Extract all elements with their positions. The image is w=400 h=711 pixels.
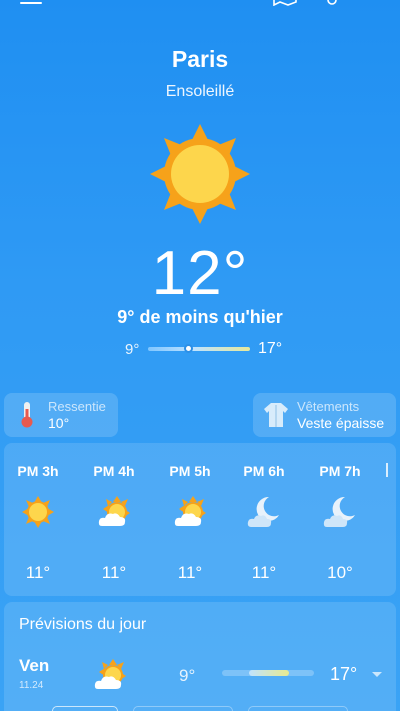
bottom-tab[interactable] xyxy=(133,706,233,711)
feels-like-value: 10° xyxy=(48,415,70,431)
current-temperature: 12° xyxy=(151,239,249,308)
range-low: 9° xyxy=(125,341,140,358)
moon-cloud-icon xyxy=(323,496,355,527)
day-low: 9° xyxy=(179,666,196,685)
jacket-icon xyxy=(264,403,288,427)
sun-cloud-icon xyxy=(94,659,126,689)
weather-condition: Ensoleillé xyxy=(165,83,235,100)
chevron-down-icon[interactable] xyxy=(372,672,382,677)
bottom-tabs xyxy=(0,706,400,711)
feels-like-label: Ressentie xyxy=(48,399,106,414)
daily-forecast-title: Prévisions du jour xyxy=(19,616,147,633)
range-track xyxy=(148,347,250,351)
hour-temp: 11° xyxy=(251,563,277,582)
hour-label: PM 7h xyxy=(319,463,361,479)
hour-label: PM 5h xyxy=(169,463,211,479)
city-name: Paris xyxy=(171,46,229,72)
hour-temp: 11° xyxy=(101,563,127,582)
sun-icon xyxy=(22,496,54,528)
feels-like-chip[interactable]: Ressentie 10° xyxy=(4,393,118,437)
top-bar xyxy=(0,0,400,14)
hour-temp: 11° xyxy=(177,563,203,582)
range-high: 17° xyxy=(258,340,283,357)
person-icon[interactable] xyxy=(326,0,338,6)
hour-temp: 11° xyxy=(25,563,51,582)
sun-icon xyxy=(150,124,250,224)
hourly-item: PM 4h 11° xyxy=(84,443,144,596)
menu-icon[interactable] xyxy=(20,0,42,6)
hourly-item: PM 3h 11° xyxy=(8,443,68,596)
daily-forecast[interactable]: Prévisions du jour Ven 11.24 9° 17° xyxy=(4,602,396,711)
hour-temp: 10° xyxy=(327,563,353,582)
moon-cloud-icon xyxy=(247,496,279,527)
hour-label: PM 4h xyxy=(93,463,135,479)
temperature-comparison: 9° de moins qu'hier xyxy=(117,307,283,327)
clothing-chip[interactable]: Vêtements Veste épaisse xyxy=(253,393,396,437)
bottom-tab[interactable] xyxy=(248,706,348,711)
thermometer-icon xyxy=(21,402,33,428)
scroll-edge xyxy=(386,463,388,477)
day-range-bar xyxy=(249,670,289,676)
hour-label: PM 6h xyxy=(243,463,285,479)
sun-cloud-icon xyxy=(98,496,130,526)
hour-label: PM 3h xyxy=(17,463,59,479)
hourly-forecast[interactable]: PM 3h 11° PM 4h 11° PM 5h 11° PM 6h 11° xyxy=(4,443,396,596)
day-high: 17° xyxy=(330,664,358,684)
hourly-item: PM 7h 10° xyxy=(310,443,370,596)
hourly-item: PM 6h 11° xyxy=(234,443,294,596)
clothing-label: Vêtements xyxy=(297,399,360,414)
day-name: Ven xyxy=(19,656,50,675)
map-icon[interactable] xyxy=(272,0,298,6)
hourly-item: PM 5h 11° xyxy=(160,443,220,596)
temperature-range: 9° 17° xyxy=(0,340,400,360)
bottom-tab[interactable] xyxy=(52,706,118,711)
more-icon[interactable] xyxy=(366,0,370,4)
range-marker xyxy=(183,344,193,353)
sun-cloud-icon xyxy=(174,496,206,526)
clothing-value: Veste épaisse xyxy=(297,415,385,431)
day-date: 11.24 xyxy=(19,680,44,691)
